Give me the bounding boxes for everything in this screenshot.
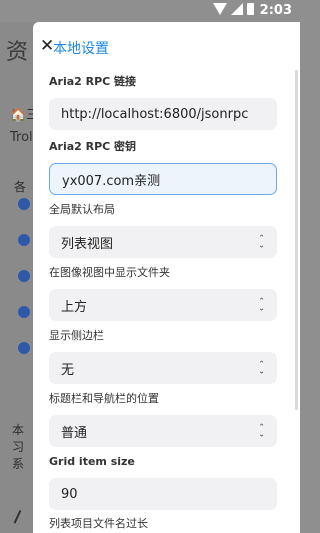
field-label: 显示侧边栏 [49,329,104,342]
grid-item-size-input[interactable]: 90 [49,478,277,510]
apple-icon [18,270,30,282]
chevron-up-down-icon: ⌃ ⌄ [258,296,265,313]
select-value: 列表视图 [61,236,114,252]
background-bottom-text: 本 习 系 [12,422,24,473]
local-settings-sheet: ✕ 本地设置 Aria2 RPC 链接 http://localhost:680… [33,22,300,533]
battery-icon [247,3,254,15]
wifi-icon [213,3,227,15]
field-label: Aria2 RPC 链接 [49,75,137,88]
field-label: 在图像视图中显示文件夹 [49,266,170,279]
apple-icon [18,306,30,318]
field-label: Grid item size [49,455,135,468]
status-icons [213,3,254,15]
show-sidebar-select[interactable]: 无 ⌃ ⌄ [49,352,277,384]
field-label: 标题栏和导航栏的位置 [49,392,159,405]
background-section-label: 各 [14,180,27,194]
apple-icon [18,234,30,246]
apple-icon [18,198,30,210]
status-time: 2:03 [259,3,292,18]
select-value: 上方 [61,299,88,315]
sheet-title: 本地设置 [53,41,109,57]
aria2-rpc-url-field: Aria2 RPC 链接 http://localhost:6800/jsonr… [49,74,277,130]
sheet-header: ✕ 本地设置 [33,22,300,72]
field-label: 列表项目文件名过长 [49,517,148,530]
select-value: 普通 [61,425,88,441]
show-folders-field: 在图像视图中显示文件夹 上方 ⌃ ⌄ [49,265,277,321]
scrollbar[interactable] [295,70,298,410]
default-layout-field: 全局默认布局 列表视图 ⌃ ⌄ [49,202,277,258]
background-trol-text: Trol [10,130,33,145]
aria2-rpc-secret-input[interactable]: yx007.com亲测 [49,163,277,195]
select-value: 无 [61,362,75,378]
background-line: 本 [12,423,25,437]
chevron-up-down-icon: ⌃ ⌄ [258,233,265,250]
signal-icon [231,3,243,15]
show-folders-select[interactable]: 上方 ⌃ ⌄ [49,289,277,321]
status-bar: 2:03 [0,0,300,22]
background-line: 习 [12,440,25,454]
chevron-up-down-icon: ⌃ ⌄ [258,359,265,376]
background-line: 系 [12,457,25,471]
titlebar-position-field: 标题栏和导航栏的位置 普通 ⌃ ⌄ [49,391,277,447]
field-label: 全局默认布局 [49,203,115,216]
field-label: Aria2 RPC 密钥 [49,140,137,153]
long-filename-field: 列表项目文件名过长 [49,516,277,532]
tool-icon [13,510,31,528]
background-title: 资 [6,40,29,65]
apple-icon [18,342,30,354]
aria2-rpc-secret-field: Aria2 RPC 密钥 yx007.com亲测 [49,139,277,195]
default-layout-select[interactable]: 列表视图 ⌃ ⌄ [49,226,277,258]
titlebar-position-select[interactable]: 普通 ⌃ ⌄ [49,415,277,447]
grid-item-size-field: Grid item size 90 [49,454,277,510]
aria2-rpc-url-input[interactable]: http://localhost:6800/jsonrpc [49,98,277,130]
chevron-up-down-icon: ⌃ ⌄ [258,422,265,439]
show-sidebar-field: 显示侧边栏 无 ⌃ ⌄ [49,328,277,384]
